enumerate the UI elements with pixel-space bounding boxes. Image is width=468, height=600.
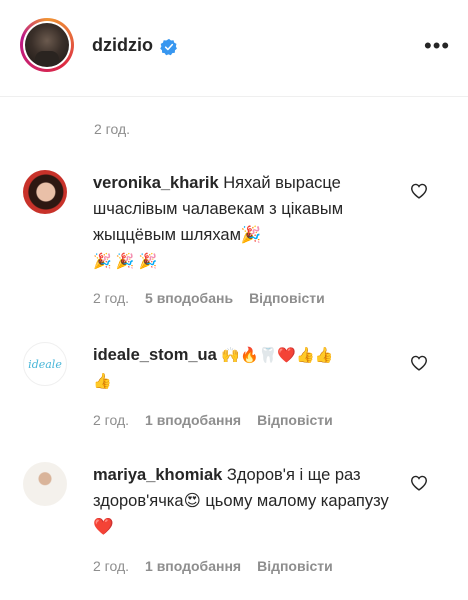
comment-meta: 2 год. 1 вподобання Відповісти bbox=[93, 412, 333, 428]
avatar[interactable] bbox=[23, 462, 67, 506]
heart-icon[interactable] bbox=[410, 475, 428, 491]
heart-icon[interactable] bbox=[410, 183, 428, 199]
avatar[interactable]: ideale bbox=[23, 342, 67, 386]
caption-timestamp: 2 год. bbox=[94, 121, 131, 137]
comment-username[interactable]: mariya_khomiak bbox=[93, 466, 222, 484]
comment-text: veronika_kharik Няхай вырасце шчаслівым … bbox=[93, 170, 393, 274]
likes-count[interactable]: 1 вподобання bbox=[145, 558, 241, 574]
likes-count[interactable]: 1 вподобання bbox=[145, 412, 241, 428]
avatar-logo-text: ideale bbox=[28, 357, 62, 371]
comment: veronika_kharik Няхай вырасце шчаслівым … bbox=[0, 166, 468, 316]
likes-count[interactable]: 5 вподобань bbox=[145, 290, 233, 306]
more-options-icon[interactable]: ••• bbox=[424, 35, 450, 57]
comment: ideale ideale_stom_ua 🙌🔥🦷❤️👍👍 👍 2 год. 1 … bbox=[0, 338, 468, 438]
comment-emoji-line: 🎉 🎉 🎉 bbox=[93, 253, 158, 270]
comment-body: 🙌🔥🦷❤️👍👍 bbox=[221, 347, 334, 364]
comment-meta: 2 год. 1 вподобання Відповісти bbox=[93, 558, 333, 574]
comment: mariya_khomiak Здоров'я і ще раз здоров'… bbox=[0, 458, 468, 588]
comment-emoji-line: 👍 bbox=[93, 373, 112, 390]
avatar[interactable] bbox=[23, 170, 67, 214]
comment-text: ideale_stom_ua 🙌🔥🦷❤️👍👍 👍 bbox=[93, 342, 393, 394]
comment-text: mariya_khomiak Здоров'я і ще раз здоров'… bbox=[93, 462, 393, 540]
comment-username[interactable]: veronika_kharik bbox=[93, 174, 219, 192]
comment-time: 2 год. bbox=[93, 558, 130, 574]
heart-icon[interactable] bbox=[410, 355, 428, 371]
comment-username[interactable]: ideale_stom_ua bbox=[93, 346, 217, 364]
comment-time: 2 год. bbox=[93, 412, 130, 428]
verified-badge-icon bbox=[160, 38, 177, 56]
post-header: dzidzio ••• bbox=[0, 0, 468, 97]
reply-button[interactable]: Відповісти bbox=[257, 558, 333, 574]
reply-button[interactable]: Відповісти bbox=[249, 290, 325, 306]
comment-meta: 2 год. 5 вподобань Відповісти bbox=[93, 290, 325, 306]
profile-avatar[interactable] bbox=[20, 18, 74, 72]
profile-username[interactable]: dzidzio bbox=[92, 35, 153, 56]
comment-time: 2 год. bbox=[93, 290, 130, 306]
reply-button[interactable]: Відповісти bbox=[257, 412, 333, 428]
